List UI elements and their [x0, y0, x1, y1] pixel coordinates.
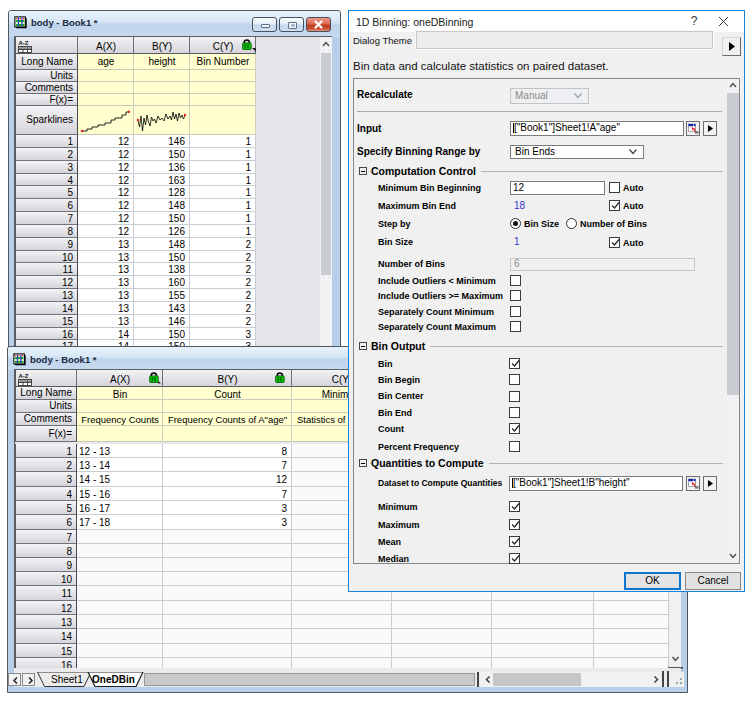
svg-text:A-Z: A-Z [19, 373, 29, 379]
svg-text:A-Z: A-Z [19, 40, 29, 46]
